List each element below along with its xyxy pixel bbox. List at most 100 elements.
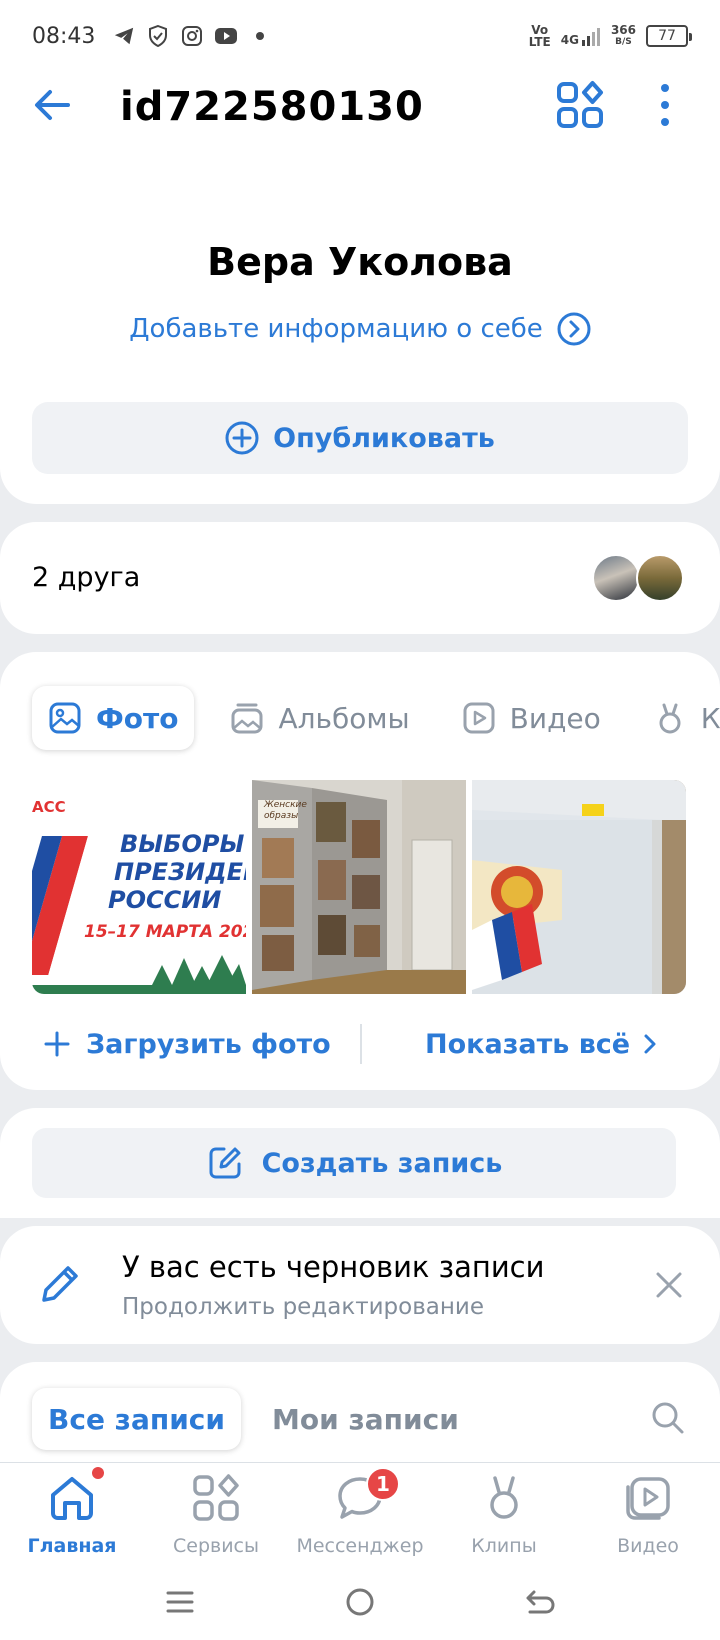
bottom-navigation: Главная Сервисы 1 Мессенджер Клипы Видео	[0, 1462, 720, 1564]
add-info-label: Добавьте информацию о себе	[129, 314, 543, 344]
chevron-circle-right-icon	[557, 312, 591, 346]
photo-thumbnail[interactable]	[472, 780, 686, 994]
friend-avatar	[592, 554, 640, 602]
plus-circle-icon	[225, 421, 259, 455]
photo-icon	[49, 702, 81, 734]
wall-card: Все записи Мои записи	[0, 1362, 720, 1462]
speed-unit: B/S	[615, 37, 632, 47]
battery-indicator: 77	[646, 25, 692, 47]
video-icon	[463, 702, 495, 734]
draft-title: У вас есть черновик записи	[122, 1250, 545, 1284]
signal-type: 4G	[560, 33, 579, 47]
photo-thumbnail[interactable]: Женские образы	[252, 780, 466, 994]
signal-bars-icon	[581, 28, 600, 46]
tab-my-posts-label: Мои записи	[272, 1402, 459, 1436]
tab-photo[interactable]: Фото	[32, 686, 195, 750]
profile-name: Вера Уколова	[207, 240, 513, 284]
clips-icon	[490, 1476, 518, 1519]
tab-clips-label: К	[700, 701, 720, 735]
nav-video-label: Видео	[617, 1535, 679, 1557]
ballot-box-image	[472, 780, 686, 994]
nav-clips[interactable]: Клипы	[432, 1463, 576, 1565]
edit-square-icon	[209, 1147, 241, 1179]
poster-line3: РОССИИ	[108, 886, 222, 914]
notification-dot-icon	[249, 25, 271, 47]
shield-icon	[147, 25, 169, 47]
poster-line2: ПРЕЗИДЕН	[114, 858, 246, 886]
instagram-icon	[181, 25, 203, 47]
tab-my-posts[interactable]: Мои записи	[256, 1388, 475, 1450]
back-icon[interactable]	[520, 1582, 560, 1622]
draft-subtitle: Продолжить редактирование	[122, 1294, 485, 1320]
poster-date: 15–17 МАРТА 2024	[84, 922, 246, 942]
upload-photo-label: Загрузить фото	[86, 1028, 331, 1060]
nav-services-label: Сервисы	[172, 1535, 259, 1557]
volte-indicator: Vo LTE	[529, 24, 551, 48]
home-icon	[51, 1477, 93, 1520]
publish-button[interactable]: Опубликовать	[32, 402, 688, 474]
battery-level: 77	[658, 28, 676, 44]
close-icon[interactable]	[654, 1270, 684, 1300]
tab-all-posts[interactable]: Все записи	[32, 1388, 242, 1450]
tab-video-label: Видео	[509, 701, 601, 735]
upload-photo-button[interactable]: Загрузить фото	[44, 1014, 331, 1074]
speed-value: 366	[610, 23, 636, 37]
signal-indicator: 4G	[561, 26, 601, 46]
nav-home[interactable]: Главная	[0, 1463, 144, 1565]
show-all-label: Показать всё	[425, 1028, 631, 1060]
services-icon	[557, 81, 603, 128]
poster-line1: ВЫБОРЫ	[120, 830, 245, 858]
tab-photo-label: Фото	[96, 701, 179, 735]
nav-home-label: Главная	[27, 1535, 117, 1557]
friends-card[interactable]: 2 друга	[0, 522, 720, 634]
publish-label: Опубликовать	[273, 422, 495, 454]
plus-icon	[44, 1031, 70, 1057]
tab-clips[interactable]: К	[637, 686, 720, 750]
photo-thumbnail[interactable]: АСС ВЫБОРЫ ПРЕЗИДЕН РОССИИ 15–17 МАРТА 2…	[32, 780, 246, 994]
services-icon	[193, 1474, 239, 1521]
more-button[interactable]	[650, 80, 680, 130]
create-post-card: Создать запись	[0, 1108, 720, 1218]
clips-icon	[659, 703, 681, 734]
create-post-label: Создать запись	[261, 1147, 503, 1179]
unread-badge: 1	[366, 1467, 400, 1501]
chevron-right-icon	[644, 1034, 656, 1054]
nav-clips-label: Клипы	[471, 1535, 537, 1557]
photo-strip: АСС ВЫБОРЫ ПРЕЗИДЕН РОССИИ 15–17 МАРТА 2…	[32, 780, 688, 994]
unread-count: 1	[376, 1472, 390, 1496]
tab-video[interactable]: Видео	[446, 686, 617, 750]
nav-messenger[interactable]: 1 Мессенджер	[288, 1463, 432, 1565]
nav-messenger-label: Мессенджер	[296, 1535, 424, 1557]
page-title: id722580130	[120, 84, 424, 130]
albums-icon	[231, 703, 263, 734]
video-icon	[626, 1477, 670, 1520]
profile-header: id722580130 Вера Уколова Добавьте информ…	[0, 72, 720, 504]
divider	[360, 1024, 362, 1064]
status-time: 08:43	[32, 23, 96, 49]
speed-indicator: 366 B/S	[611, 24, 636, 48]
show-all-button[interactable]: Показать всё	[425, 1014, 660, 1074]
menu-icon[interactable]	[160, 1582, 200, 1622]
more-vertical-icon	[661, 84, 669, 126]
youtube-icon	[215, 25, 238, 47]
poster-corner-text: АСС	[32, 798, 66, 816]
notification-dot	[92, 1467, 104, 1479]
exhibition-caption: Женские образы	[264, 800, 307, 821]
tab-albums[interactable]: Альбомы	[214, 686, 425, 750]
nav-video[interactable]: Видео	[576, 1463, 720, 1565]
nav-services[interactable]: Сервисы	[144, 1463, 288, 1565]
volte-bottom: LTE	[528, 35, 551, 49]
system-navigation	[0, 1564, 720, 1640]
friends-count: 2 друга	[32, 562, 141, 593]
services-button[interactable]	[555, 80, 605, 130]
home-circle-icon[interactable]	[340, 1582, 380, 1622]
media-tabs: Фото Альбомы Видео К	[32, 686, 720, 750]
create-post-button[interactable]: Создать запись	[32, 1128, 676, 1198]
add-info-link[interactable]: Добавьте информацию о себе	[0, 312, 720, 346]
search-icon[interactable]	[650, 1400, 686, 1436]
telegram-icon	[113, 25, 135, 47]
back-button[interactable]	[28, 80, 78, 130]
top-bar: id722580130	[0, 60, 720, 150]
draft-banner[interactable]: У вас есть черновик записи Продолжить ре…	[0, 1226, 720, 1344]
arrow-left-icon	[35, 90, 70, 120]
